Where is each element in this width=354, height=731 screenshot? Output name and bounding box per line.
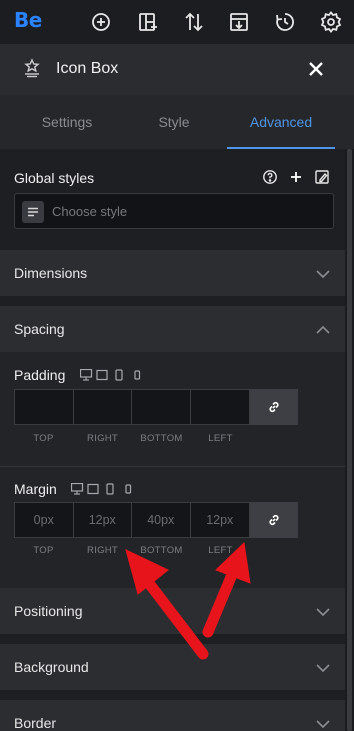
tab-advanced[interactable]: Advanced [227,95,335,149]
panel-scrollbar[interactable] [345,149,354,731]
margin-bottom-input[interactable]: 40px [132,503,191,537]
chevron-down-icon [316,267,330,279]
chevron-up-icon [316,323,330,335]
top-toolbar: Be [0,0,354,44]
margin-top-input[interactable]: 0px [15,503,74,537]
margin-link-button[interactable] [250,502,298,538]
margin-bottom-label: BOTTOM [140,545,183,556]
choose-style-select[interactable]: Choose style [14,193,334,229]
icon-box-widget-icon [22,58,42,78]
chevron-down-icon [316,605,330,617]
padding-device-icons [79,368,142,381]
section-spacing[interactable]: Spacing [0,306,345,352]
add-icon[interactable] [89,10,113,34]
section-spacing-title: Spacing [14,321,65,337]
padding-side-labels: TOP RIGHT BOTTOM LEFT [14,433,250,444]
section-dimensions[interactable]: Dimensions [0,250,345,296]
section-background-title: Background [14,659,89,675]
export-icon[interactable] [227,10,251,34]
chevron-down-icon [316,661,330,673]
tab-style[interactable]: Style [116,95,232,149]
choose-style-placeholder: Choose style [52,204,128,219]
sort-arrows-icon[interactable] [182,10,206,34]
padding-right-input[interactable] [74,390,132,424]
padding-label: Padding [14,367,66,383]
margin-top-label: TOP [33,545,54,556]
margin-right-input[interactable]: 12px [74,503,132,537]
global-styles-title: Global styles [14,170,95,186]
margin-right-label: RIGHT [86,545,119,556]
edit-style-icon[interactable] [314,169,330,185]
tab-settings[interactable]: Settings [9,95,125,149]
section-background[interactable]: Background [0,644,345,690]
link-icon [269,401,279,413]
settings-gear-icon[interactable] [319,10,343,34]
history-icon[interactable] [273,10,297,34]
margin-left-input[interactable]: 12px [191,503,250,537]
close-icon[interactable] [306,59,326,79]
margin-side-labels: TOP RIGHT BOTTOM LEFT [14,545,250,556]
style-list-icon [22,201,44,223]
chevron-down-icon [316,717,330,729]
section-border[interactable]: Border [0,700,345,731]
global-styles-section: Global styles Choose style [0,149,345,249]
padding-inputs [14,389,250,425]
margin-device-icons [70,482,133,495]
margin-inputs: 0px 12px 40px 12px [14,502,250,538]
panel-header: Icon Box [0,44,354,95]
scrollbar-thumb[interactable] [347,149,352,731]
padding-left-label: LEFT [208,433,233,444]
add-style-icon[interactable] [288,169,304,185]
padding-top-input[interactable] [15,390,74,424]
section-positioning[interactable]: Positioning [0,588,345,634]
help-icon[interactable] [262,169,278,185]
spacing-body: Padding TOP RIGHT BOTTOM LEFT Margin 0px… [0,352,345,588]
section-positioning-title: Positioning [14,603,83,619]
panel-tabs: Settings Style Advanced [0,95,354,149]
padding-left-input[interactable] [191,390,250,424]
layout-add-icon[interactable] [136,10,160,34]
be-logo[interactable]: Be [14,8,42,32]
margin-left-label: LEFT [208,545,233,556]
padding-bottom-label: BOTTOM [140,433,183,444]
link-icon [269,514,279,526]
padding-right-label: RIGHT [86,433,119,444]
section-dimensions-title: Dimensions [14,265,88,281]
padding-top-label: TOP [33,433,54,444]
spacing-divider [0,466,345,467]
panel-title: Icon Box [56,60,119,77]
padding-link-button[interactable] [250,389,298,425]
section-border-title: Border [14,715,57,731]
margin-label: Margin [14,481,57,497]
padding-bottom-input[interactable] [132,390,191,424]
